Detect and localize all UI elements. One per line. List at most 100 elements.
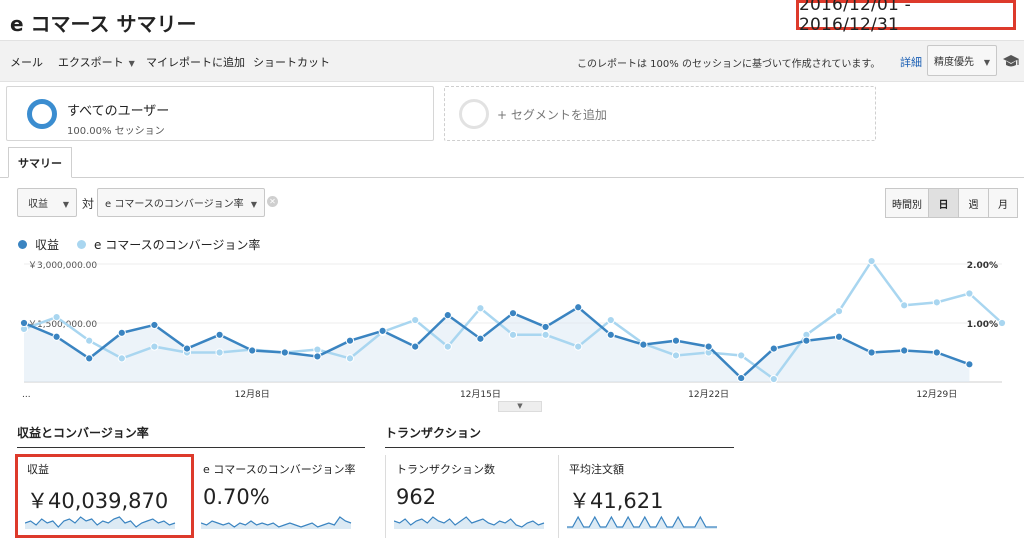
- x-axis-tick-label: 12月29日: [916, 389, 957, 400]
- chevron-down-icon: ▼: [983, 58, 990, 67]
- data-point-revenue[interactable]: [541, 322, 550, 332]
- data-point-conversion[interactable]: [541, 330, 550, 339]
- data-point-revenue[interactable]: [345, 336, 355, 345]
- data-point-conversion[interactable]: [150, 342, 159, 351]
- data-point-revenue[interactable]: [867, 348, 876, 357]
- data-point-revenue[interactable]: [182, 344, 192, 353]
- secondary-metric-value: e コマースのコンバージョン率: [105, 199, 244, 210]
- details-link[interactable]: 詳細: [900, 54, 922, 70]
- data-point-conversion[interactable]: [867, 256, 876, 266]
- data-point-revenue[interactable]: [19, 318, 29, 328]
- y-axis-right-tick-label: 2.00%: [967, 261, 998, 271]
- data-point-conversion[interactable]: [834, 307, 844, 316]
- data-point-revenue[interactable]: [769, 344, 778, 353]
- sparkline: [201, 516, 352, 529]
- data-point-conversion[interactable]: [997, 318, 1007, 328]
- primary-metric-value: 収益: [28, 199, 48, 210]
- tab-divider: [0, 177, 1024, 178]
- sampling-note: このレポートは 100% のセッションに基づいて作成されています。: [577, 59, 881, 70]
- highlight-box: [15, 454, 194, 538]
- data-point-conversion[interactable]: [85, 336, 94, 345]
- period-hourly-button[interactable]: 時間別: [885, 188, 929, 218]
- metric-card-transactions[interactable]: トランザクション数 962: [385, 455, 557, 538]
- add-segment-label: + セグメントを追加: [497, 108, 607, 122]
- data-point-conversion[interactable]: [965, 289, 974, 298]
- data-point-revenue[interactable]: [378, 326, 387, 335]
- data-point-revenue[interactable]: [574, 303, 583, 312]
- data-point-conversion[interactable]: [215, 348, 224, 357]
- y-axis-left-tick-label: ￥3,000,000.00: [28, 261, 97, 271]
- shortcut-button[interactable]: ショートカット: [253, 54, 330, 70]
- data-point-revenue[interactable]: [639, 340, 648, 349]
- metric-card-conversion-rate[interactable]: e コマースのコンバージョン率 0.70%: [193, 455, 368, 538]
- data-point-revenue[interactable]: [900, 346, 909, 355]
- data-point-conversion[interactable]: [671, 351, 681, 360]
- line-chart: ￥3,000,000.00￥1,500,000.002.00%1.00%... 1…: [19, 256, 1007, 400]
- add-to-my-reports-button[interactable]: マイレポートに追加: [146, 54, 245, 70]
- data-point-revenue[interactable]: [671, 336, 681, 345]
- group-title-transactions: トランザクション: [385, 424, 734, 448]
- metric-card-avg-order-value[interactable]: 平均注文額 ￥41,621: [558, 455, 734, 538]
- data-point-conversion[interactable]: [508, 330, 518, 339]
- period-day-button[interactable]: 日: [928, 188, 959, 218]
- data-point-revenue[interactable]: [508, 309, 518, 318]
- legend-conversion-label: e コマースのコンバージョン率: [94, 237, 261, 252]
- data-point-conversion[interactable]: [52, 313, 61, 322]
- data-point-conversion[interactable]: [117, 354, 126, 363]
- export-button[interactable]: エクスポート ▼: [58, 54, 135, 70]
- add-segment-button[interactable]: + セグメントを追加: [444, 86, 876, 141]
- data-point-conversion[interactable]: [476, 304, 485, 313]
- data-point-revenue[interactable]: [704, 342, 713, 351]
- data-point-revenue[interactable]: [313, 352, 322, 361]
- tab-summary[interactable]: サマリー: [8, 147, 72, 178]
- data-point-revenue[interactable]: [834, 332, 844, 341]
- data-point-conversion[interactable]: [769, 374, 778, 384]
- chart-collapse-toggle[interactable]: ▼: [498, 401, 542, 412]
- data-point-revenue[interactable]: [476, 334, 485, 343]
- chevron-down-icon: ▼: [250, 200, 257, 209]
- data-point-revenue[interactable]: [965, 360, 974, 369]
- y-axis-right-tick-label: 1.00%: [967, 320, 998, 330]
- data-point-revenue[interactable]: [52, 332, 61, 341]
- data-point-revenue[interactable]: [606, 330, 615, 339]
- data-point-revenue[interactable]: [443, 311, 452, 320]
- sparkline: [394, 516, 545, 529]
- graduation-cap-icon[interactable]: [1002, 54, 1020, 68]
- data-point-conversion[interactable]: [443, 342, 452, 351]
- data-point-revenue[interactable]: [737, 373, 746, 383]
- precision-select[interactable]: 精度優先 ▼: [927, 45, 997, 76]
- legend-conversion-dot: [77, 239, 87, 249]
- data-point-conversion[interactable]: [313, 345, 322, 354]
- data-point-revenue[interactable]: [215, 330, 224, 339]
- segment-all-users[interactable]: すべてのユーザー 100.00% セッション: [6, 86, 434, 141]
- legend-revenue-dot: [18, 239, 27, 249]
- legend-revenue-label: 収益: [35, 237, 60, 252]
- metric-value: 962: [396, 485, 437, 509]
- period-month-button[interactable]: 月: [988, 188, 1018, 218]
- data-point-conversion[interactable]: [411, 315, 420, 325]
- data-point-revenue[interactable]: [932, 348, 941, 357]
- page-title: e コマース サマリー: [10, 12, 197, 36]
- remove-metric-icon[interactable]: ✕: [267, 196, 278, 207]
- period-week-button[interactable]: 週: [958, 188, 989, 218]
- data-point-revenue[interactable]: [280, 348, 289, 357]
- metric-label: 平均注文額: [569, 463, 624, 476]
- data-point-revenue[interactable]: [411, 342, 420, 351]
- metric-value: 0.70%: [203, 485, 270, 509]
- primary-metric-select[interactable]: 収益 ▼: [17, 188, 77, 217]
- date-range-picker[interactable]: 2016/12/01 - 2016/12/31: [796, 0, 1016, 35]
- email-button[interactable]: メール: [10, 54, 43, 70]
- data-point-conversion[interactable]: [900, 301, 909, 310]
- data-point-conversion[interactable]: [574, 342, 583, 351]
- data-point-revenue[interactable]: [802, 336, 811, 345]
- data-point-conversion[interactable]: [737, 351, 746, 360]
- data-point-conversion[interactable]: [606, 315, 615, 325]
- data-point-conversion[interactable]: [345, 354, 355, 363]
- data-point-revenue[interactable]: [117, 328, 126, 337]
- secondary-metric-select[interactable]: e コマースのコンバージョン率 ▼: [97, 188, 265, 217]
- data-point-revenue[interactable]: [85, 354, 94, 363]
- data-point-revenue[interactable]: [248, 346, 257, 355]
- data-point-revenue[interactable]: [150, 320, 159, 330]
- data-point-conversion[interactable]: [932, 298, 941, 307]
- x-axis-tick-label: ...: [22, 390, 31, 400]
